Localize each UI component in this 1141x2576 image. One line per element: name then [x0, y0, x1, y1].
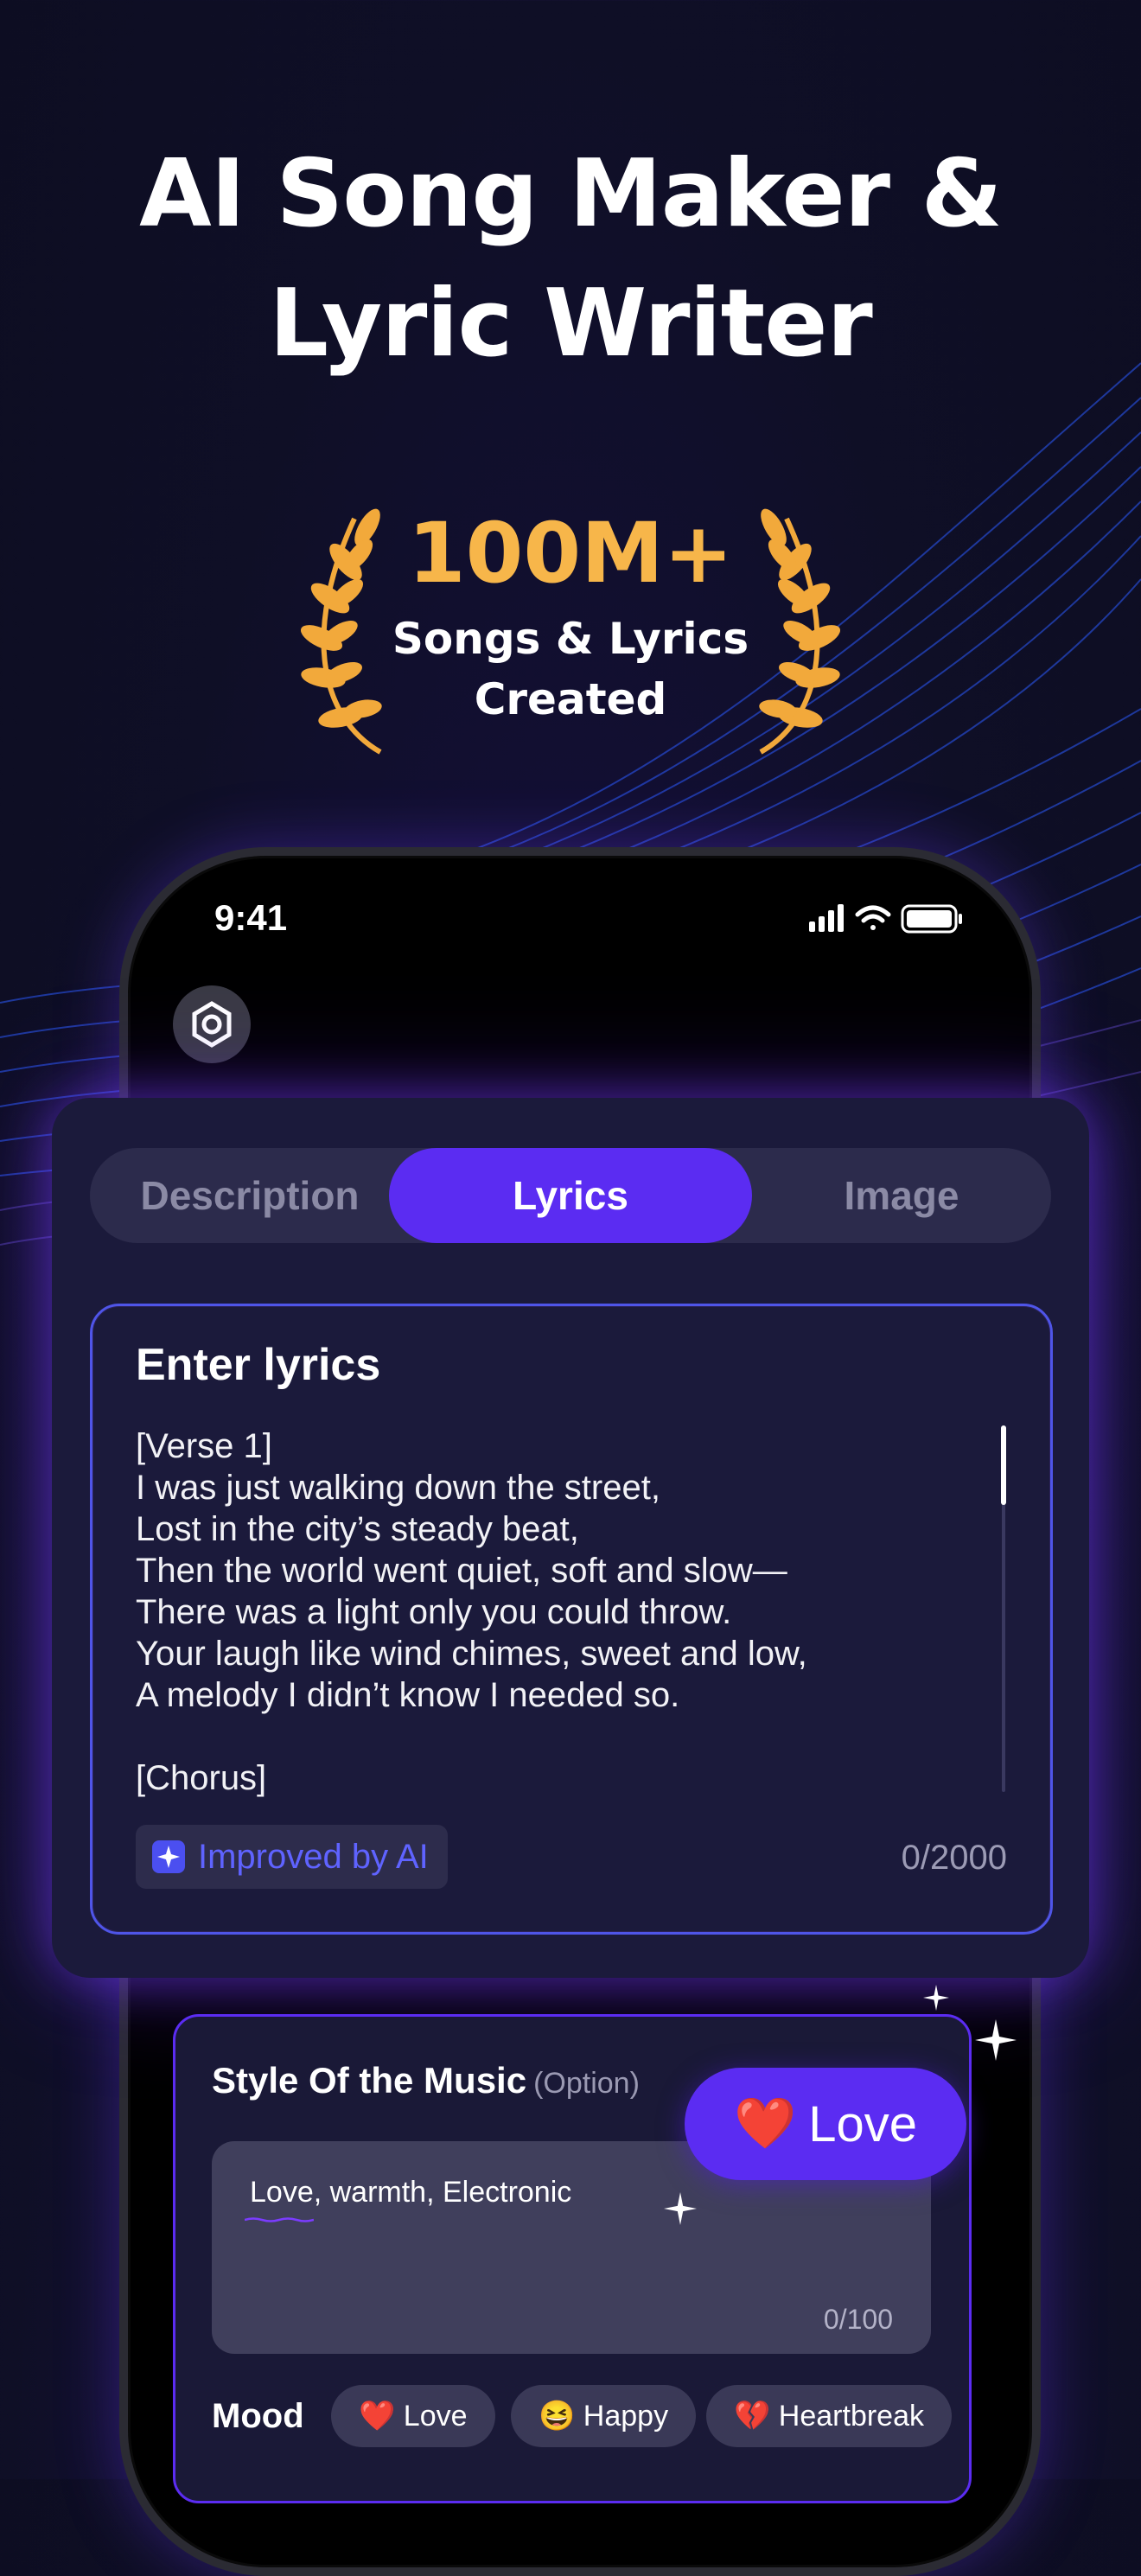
headline: AI Song Maker & Lyric Writer: [0, 130, 1141, 389]
status-time: 9:41: [214, 897, 288, 938]
style-char-counter: 0/100: [823, 2304, 893, 2335]
heart-icon: ❤️: [359, 2400, 396, 2433]
tab-description[interactable]: Description: [90, 1148, 410, 1243]
mode-tabs: Description Lyrics Image: [90, 1148, 1051, 1243]
lyrics-card: Description Lyrics Image Enter lyrics [V…: [52, 1098, 1089, 1978]
spellcheck-underline: [245, 2217, 314, 2222]
mood-chip-heartbreak[interactable]: 💔 Heartbreak: [706, 2385, 952, 2447]
mood-chip-label: Love: [403, 2400, 468, 2433]
award-line1: Songs & Lyrics: [392, 614, 749, 664]
heart-icon: ❤️: [734, 2095, 797, 2152]
mood-chip-love[interactable]: ❤️ Love: [331, 2385, 495, 2447]
lyrics-text[interactable]: [Verse 1] I was just walking down the st…: [136, 1425, 966, 1799]
style-title: Style Of the Music (Option): [212, 2060, 640, 2101]
lyrics-title: Enter lyrics: [136, 1340, 381, 1390]
headline-line1: AI Song Maker &: [139, 140, 1003, 248]
sparkle-ai-icon: [152, 1840, 185, 1873]
style-option-label: (Option): [533, 2067, 640, 2100]
sparkle-star-icon: [923, 1985, 949, 2011]
phone-notch: [311, 864, 830, 930]
app-logo-icon: [192, 1001, 232, 1048]
style-input-value[interactable]: Love, warmth, Electronic: [250, 2176, 571, 2209]
mood-chip-label: Happy: [583, 2400, 669, 2433]
sparkle-star-icon: [664, 2192, 697, 2225]
award-block: 100M+ Songs & Lyrics Created: [0, 501, 1141, 730]
love-tag-label: Love: [808, 2095, 917, 2152]
award-line2: Created: [474, 674, 667, 724]
lyrics-input[interactable]: Enter lyrics [Verse 1] I was just walkin…: [90, 1304, 1053, 1935]
mood-chip-happy[interactable]: 😆 Happy: [511, 2385, 697, 2447]
tab-lyrics[interactable]: Lyrics: [389, 1148, 752, 1243]
love-tag-pill[interactable]: ❤️ Love: [685, 2068, 966, 2180]
style-title-text: Style Of the Music: [212, 2060, 527, 2101]
app-logo-button[interactable]: [173, 985, 251, 1063]
mood-chip-label: Heartbreak: [778, 2400, 924, 2433]
sparkle-star-icon: [975, 2019, 1017, 2061]
tab-image[interactable]: Image: [752, 1148, 1051, 1243]
battery-icon: [901, 904, 962, 934]
improved-by-ai-button[interactable]: Improved by AI: [136, 1825, 448, 1889]
award-count: 100M+: [407, 505, 734, 602]
happy-face-icon: 😆: [539, 2400, 576, 2433]
wifi-icon: [855, 905, 891, 930]
broken-heart-icon: 💔: [734, 2400, 771, 2433]
signal-icon: [809, 904, 844, 932]
headline-line2: Lyric Writer: [269, 270, 872, 378]
lyrics-scrollbar-thumb[interactable]: [1001, 1425, 1006, 1505]
improved-by-ai-label: Improved by AI: [198, 1837, 429, 1876]
status-icons: [809, 904, 962, 934]
lyrics-char-counter: 0/2000: [901, 1839, 1007, 1877]
mood-label: Mood: [212, 2397, 304, 2435]
